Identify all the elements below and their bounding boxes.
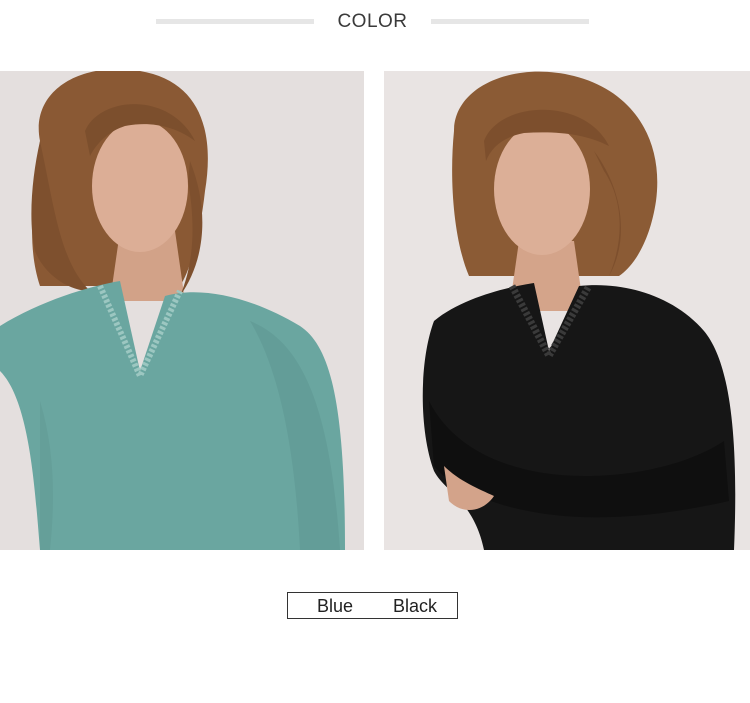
color-label-blue[interactable]: Blue — [317, 596, 353, 617]
header-divider-right — [431, 19, 589, 24]
section-title: COLOR — [337, 11, 408, 32]
color-label-black[interactable]: Black — [393, 596, 437, 617]
product-photo-blue — [0, 71, 364, 550]
color-variant-selector: Blue Black — [287, 592, 458, 619]
black-top-illustration — [384, 71, 750, 550]
product-photo-black — [384, 71, 750, 550]
blue-top-illustration — [0, 71, 364, 550]
header-divider-left — [156, 19, 314, 24]
